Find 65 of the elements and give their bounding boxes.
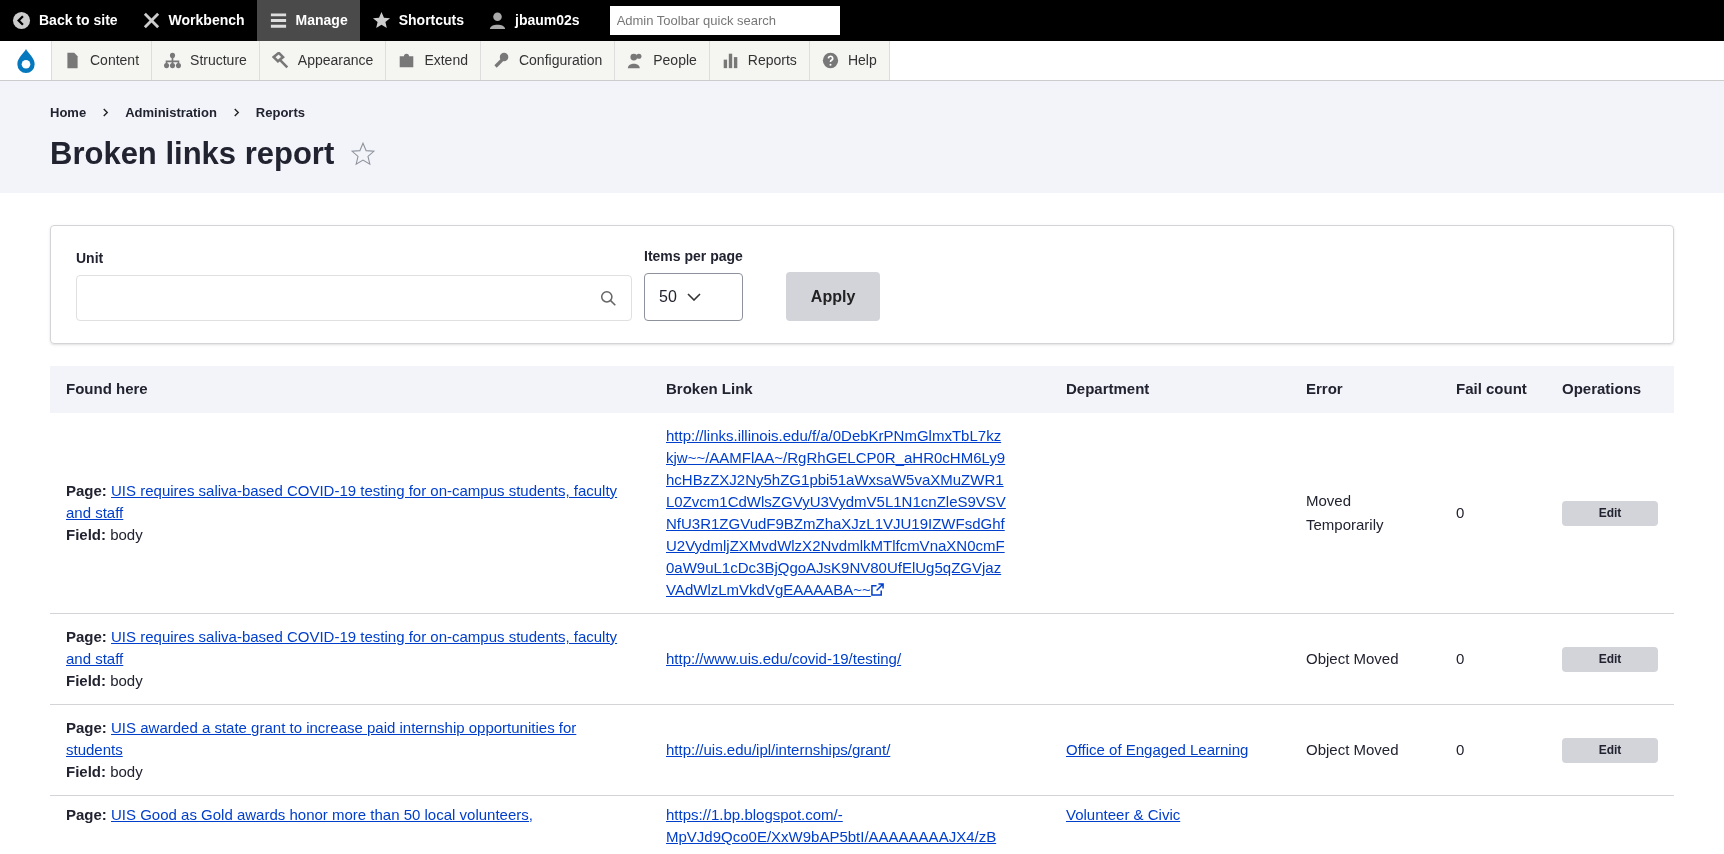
toolbar-tab[interactable]: Manage: [256, 0, 360, 41]
menu-link[interactable]: Configuration: [480, 41, 616, 80]
department-link[interactable]: Office of Engaged Learning: [1066, 741, 1249, 758]
broken-link[interactable]: http://www.uis.edu/covid-19/testing/: [666, 648, 1006, 670]
error-text: Moved Temporarily: [1306, 492, 1384, 533]
chevron-icon: [232, 108, 240, 118]
breadcrumb-link[interactable]: Reports: [255, 103, 305, 123]
edit-button[interactable]: Edit: [1562, 737, 1658, 763]
column-header: Department: [1050, 366, 1290, 413]
field-label: Unit: [76, 249, 105, 268]
column-header: Operations: [1546, 366, 1674, 413]
edit-button[interactable]: Edit: [1562, 646, 1658, 672]
edit-button[interactable]: Edit: [1562, 500, 1658, 526]
menu-link[interactable]: Appearance: [259, 41, 387, 80]
document-icon: [64, 52, 81, 69]
column-header: Broken Link: [650, 366, 1050, 413]
help-icon: [821, 52, 839, 69]
page-reference[interactable]: Page: UIS awarded a state grant to increase paid internship opportunities for students: [66, 717, 634, 761]
field-info: Field: body: [66, 671, 144, 691]
person-icon: [488, 11, 508, 30]
breadcrumb-link[interactable]: Home: [50, 103, 87, 123]
page-reference[interactable]: Page: UIS requires saliva-based COVID-19 testing for on-campus students, faculty and staff: [66, 480, 634, 524]
menu-link[interactable]: Extend: [386, 41, 481, 80]
menu-link[interactable]: People: [615, 41, 710, 80]
menu-link[interactable]: Content: [52, 41, 153, 80]
items-per-page-select[interactable]: 50: [644, 273, 743, 321]
department-link[interactable]: Volunteer & Civic: [1066, 806, 1181, 823]
field-label: Items per page: [644, 247, 743, 266]
page-reference[interactable]: Page: UIS Good as Gold awards honor more than 50 local volunteers,: [66, 804, 634, 826]
tools-icon: [141, 11, 161, 30]
chevron-icon: [102, 108, 110, 118]
page-title: Broken links report: [50, 134, 335, 173]
menu-icon: [268, 11, 288, 30]
search-field[interactable]: Admin Toolbar quick search: [609, 6, 840, 35]
fail-count: 0: [1456, 503, 1465, 521]
star-icon[interactable]: [350, 140, 377, 167]
brush-icon: [271, 52, 289, 69]
broken-link[interactable]: http://links.illinois.edu/f/a/0DebKrPNmGlmxTbL7kzkjw~~/AAMFlAA~/RgRhGELCP0R_aHR0cHM6Ly9hcHBzZXJ2Ny5hZG1pbi51aWxsaW5vaXMuZWR1L0Zvcm1CdWlsZGVyU3VydmV5L1N1cnZleS9VSVNfU3R1ZGVudF9BZmZhaXJzL1VJU19IZWFsdGhfU2VydmljZXMvdWlzX2NvdmlkMTlfcmVnaXN0cmF0aW9uL1cDc3BjQgoAJsK9NV80UfElUg5qZGVjazVAdWlzLmVkdVgEAAAABA~~: [666, 425, 1006, 601]
menu-link[interactable]: Structure: [152, 41, 260, 80]
column-header: Error: [1290, 366, 1440, 413]
error-text: Object Moved: [1306, 650, 1399, 667]
page-reference[interactable]: Page: UIS requires saliva-based COVID-19 testing for on-campus students, faculty and staff: [66, 626, 634, 670]
bar-chart-icon: [721, 52, 739, 69]
column-header: Found here: [50, 366, 650, 413]
menu-link[interactable]: Help: [809, 41, 890, 80]
caret-icon: [686, 293, 701, 301]
sitemap-icon: [164, 52, 182, 69]
menu-link[interactable]: Reports: [709, 41, 810, 80]
search-icon: [600, 289, 617, 307]
unit-field[interactable]: [76, 275, 632, 321]
field-info: Field: body: [66, 762, 144, 782]
field-info: Field: body: [66, 525, 144, 545]
fail-count: 0: [1456, 740, 1465, 758]
star-icon: [371, 11, 391, 30]
broken-link[interactable]: http://uis.edu/ipl/internships/grant/: [666, 739, 1006, 761]
error-text: Object Moved: [1306, 741, 1399, 758]
apply-button[interactable]: Apply: [785, 272, 881, 321]
puzzle-icon: [398, 52, 416, 69]
back-icon: [12, 11, 31, 30]
fail-count: 0: [1456, 649, 1465, 667]
breadcrumb-link[interactable]: Administration: [125, 103, 217, 123]
wrench-icon: [492, 52, 510, 69]
drop-logo-icon[interactable]: [14, 47, 37, 74]
column-header: Fail count: [1440, 366, 1546, 413]
broken-link[interactable]: https://1.bp.blogspot.com/-MpVJd9Qco0E/XxW9bAP5btI/AAAAAAAAJX4/zB: [666, 804, 1006, 848]
